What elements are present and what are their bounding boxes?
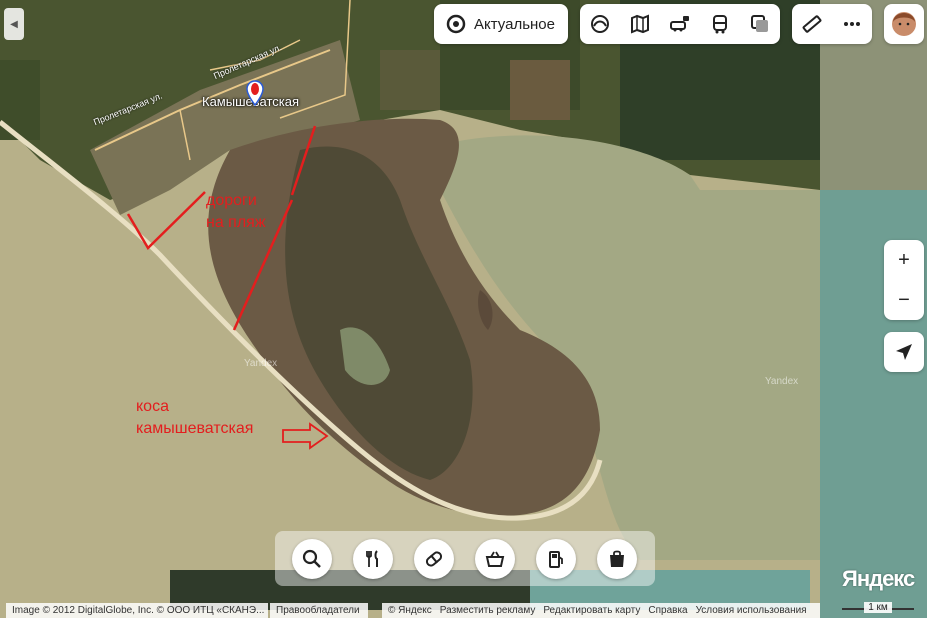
tools-panel: [792, 4, 872, 44]
pill-icon: [425, 551, 443, 567]
layers-label: Актуальное: [474, 15, 555, 33]
advertise-link[interactable]: Разместить рекламу: [440, 605, 536, 616]
help-link[interactable]: Справка: [648, 605, 687, 616]
footer-links: © Яндекс Разместить рекламу Редактироват…: [382, 603, 820, 618]
imagery-attribution: Image © 2012 DigitalGlobe, Inc. © ООО ИТ…: [6, 603, 268, 618]
location-pin-icon[interactable]: [246, 80, 264, 106]
map-modes-panel: [580, 4, 780, 44]
edit-map-link[interactable]: Редактировать карту: [543, 605, 640, 616]
rightsholders-label: Правообладатели: [276, 605, 360, 616]
zoom-out-button[interactable]: −: [884, 280, 924, 320]
zoom-in-button[interactable]: +: [884, 240, 924, 280]
car-traffic-icon: [670, 16, 689, 32]
annotation-roads: дороги на пляж: [206, 190, 266, 234]
target-icon: [446, 14, 466, 34]
category-bar: [275, 531, 655, 586]
user-avatar-button[interactable]: [884, 4, 924, 44]
layers-icon: [751, 15, 768, 32]
scale-bar: 1 км: [838, 602, 918, 617]
annotation-line: дороги: [206, 192, 257, 209]
fork-knife-icon: [366, 550, 378, 567]
more-dots-icon: [844, 22, 860, 26]
annotation-spit: коса камышеватская: [136, 396, 253, 440]
fuel-button[interactable]: [536, 539, 576, 579]
shopping-bag-icon: [610, 550, 624, 567]
chevron-left-icon: ◀: [10, 18, 18, 30]
panorama-button[interactable]: [580, 4, 620, 44]
grocery-button[interactable]: [475, 539, 515, 579]
yandex-watermark: Yandex: [244, 358, 278, 369]
transport-button[interactable]: [700, 4, 740, 44]
copyright-link[interactable]: © Яндекс: [388, 605, 432, 616]
rightsholders-link[interactable]: Правообладатели: [270, 603, 368, 618]
fuel-icon: [549, 551, 563, 568]
map-book-icon: [631, 14, 649, 34]
yandex-logo[interactable]: Яндекс: [842, 566, 915, 592]
locate-me-button[interactable]: [884, 332, 924, 372]
search-button[interactable]: [292, 539, 332, 579]
annotation-line: камышеватская: [136, 420, 254, 437]
zoom-control: + −: [884, 240, 924, 320]
avatar: [892, 12, 916, 36]
annotation-line: коса: [136, 398, 169, 415]
ruler-icon: [802, 15, 822, 33]
sidebar-toggle-button[interactable]: ◀: [4, 8, 24, 40]
bus-icon: [713, 15, 727, 34]
traffic-button[interactable]: [660, 4, 700, 44]
navigation-arrow-icon: [896, 344, 912, 360]
basket-icon: [485, 551, 505, 567]
search-icon: [302, 549, 321, 568]
map-type-button[interactable]: [620, 4, 660, 44]
layers-button[interactable]: Актуальное: [434, 4, 568, 44]
annotation-line: на пляж: [206, 214, 266, 231]
satellite-map[interactable]: [0, 0, 927, 618]
shopping-button[interactable]: [597, 539, 637, 579]
pharmacy-button[interactable]: [414, 539, 454, 579]
scale-label: 1 км: [864, 602, 892, 613]
more-button[interactable]: [832, 4, 872, 44]
terms-link[interactable]: Условия использования: [696, 605, 807, 616]
imagery-credit: Image © 2012 DigitalGlobe, Inc. © ООО ИТ…: [12, 605, 265, 616]
layers-toggle-button[interactable]: [740, 4, 780, 44]
ruler-button[interactable]: [792, 4, 832, 44]
food-button[interactable]: [353, 539, 393, 579]
yandex-watermark: Yandex: [765, 376, 799, 387]
panorama-icon: [591, 15, 609, 33]
